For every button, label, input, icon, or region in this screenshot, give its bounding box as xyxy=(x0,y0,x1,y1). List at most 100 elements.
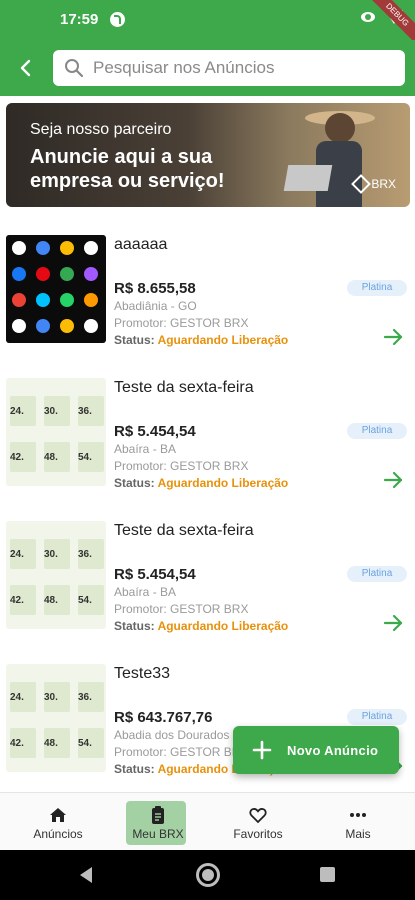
table-number: 30. xyxy=(44,406,58,417)
ad-status-label: Status: xyxy=(114,333,155,347)
ad-promoter: Promotor: GESTOR BRX xyxy=(114,316,249,330)
table-number: 54. xyxy=(78,452,92,463)
app-icon xyxy=(12,319,26,333)
app-icon xyxy=(84,241,98,255)
brx-logo: BRX xyxy=(351,174,396,194)
system-nav-bar xyxy=(0,850,415,900)
nav-item-favoritos[interactable]: Favoritos xyxy=(218,793,298,851)
table-number: 42. xyxy=(10,738,24,749)
brx-logo-text: BRX xyxy=(371,177,396,191)
arrow-right-icon[interactable] xyxy=(382,326,404,348)
nav-label-mais: Mais xyxy=(345,827,371,841)
notification-icon xyxy=(110,12,125,27)
ad-promoter: Promotor: GESTOR BRX xyxy=(114,602,249,616)
ad-promoter: Promotor: GESTOR BRX xyxy=(114,459,249,473)
search-icon xyxy=(65,59,84,78)
status-bar: 17:59 DEBUG xyxy=(0,0,415,49)
ad-location: Abaíra - BA xyxy=(114,585,177,599)
ad-name: Teste da sexta-feira xyxy=(114,379,254,396)
system-home-button[interactable] xyxy=(196,863,220,887)
nav-item-meu-brx[interactable]: Meu BRX xyxy=(118,793,198,851)
ad-card[interactable]: aaaaaa R$ 8.655,58 Abadiânia - GO Promotor:… xyxy=(0,222,415,362)
ad-price: R$ 5.454,54 xyxy=(114,566,196,583)
ad-location: Abadiânia - GO xyxy=(114,299,197,313)
arrow-left-icon xyxy=(20,59,31,77)
table-number: 30. xyxy=(44,549,58,560)
system-recents-button[interactable] xyxy=(320,867,335,882)
table-number: 42. xyxy=(10,595,24,606)
clipboard-icon xyxy=(152,806,164,824)
ad-status-value: Aguardando Liberação xyxy=(157,333,289,347)
app-icon xyxy=(84,267,98,281)
ad-name: Teste da sexta-feira xyxy=(114,522,254,539)
ad-status-label: Status: xyxy=(114,619,155,633)
table-number: 36. xyxy=(78,692,92,703)
app-icon xyxy=(60,241,74,255)
partner-banner[interactable]: Seja nosso parceiro Anuncie aqui a sua e… xyxy=(6,103,410,207)
ad-price: R$ 8.655,58 xyxy=(114,280,196,297)
table-number: 54. xyxy=(78,595,92,606)
new-ad-button[interactable]: Novo Anúncio xyxy=(233,726,399,774)
ad-card[interactable]: 24. 30. 36. 42. 48. 54. Teste da sexta-feira R$… xyxy=(0,365,415,505)
new-ad-label: Novo Anúncio xyxy=(287,742,379,758)
plus-icon xyxy=(252,740,272,760)
home-icon xyxy=(50,808,66,822)
arrow-right-icon[interactable] xyxy=(382,469,404,491)
ad-status: Status: Aguardando Liberação xyxy=(114,333,288,347)
ad-card[interactable]: 24. 30. 36. 42. 48. 54. Teste da sexta-feira R$… xyxy=(0,508,415,648)
banner-title: Anuncie aqui a sua empresa ou serviço! xyxy=(30,146,225,192)
banner-photo-head xyxy=(325,113,355,143)
system-back-button[interactable] xyxy=(80,867,92,883)
search-input[interactable] xyxy=(93,58,393,78)
table-number: 48. xyxy=(44,452,58,463)
table-number: 24. xyxy=(10,549,24,560)
ad-name: Teste33 xyxy=(114,665,171,682)
status-time: 17:59 xyxy=(60,11,99,28)
app-icon xyxy=(36,319,50,333)
app-icon xyxy=(36,293,50,307)
ad-thumbnail: 24. 30. 36. 42. 48. 54. xyxy=(6,521,106,629)
plan-badge: Platina xyxy=(347,709,407,725)
table-number: 30. xyxy=(44,692,58,703)
ad-thumbnail: 24. 30. 36. 42. 48. 54. xyxy=(6,378,106,486)
ad-status: Status: Aguardando Liberação xyxy=(114,619,288,633)
banner-subtitle: Seja nosso parceiro xyxy=(30,121,172,138)
ad-status: Status: Aguardando Liberação xyxy=(114,476,288,490)
ad-status-label: Status: xyxy=(114,476,155,490)
app-icon xyxy=(36,241,50,255)
back-button[interactable] xyxy=(12,54,40,82)
ad-promoter: Promotor: GESTOR BRX xyxy=(114,745,249,759)
nav-label-anuncios: Anúncios xyxy=(33,827,83,841)
app-icon xyxy=(60,293,74,307)
plan-badge: Platina xyxy=(347,423,407,439)
table-number: 48. xyxy=(44,595,58,606)
app-icon xyxy=(60,267,74,281)
app-icon xyxy=(60,319,74,333)
ad-thumbnail: 24. 30. 36. 42. 48. 54. xyxy=(6,664,106,772)
table-number: 36. xyxy=(78,549,92,560)
ad-thumbnail xyxy=(6,235,106,343)
nav-label-favoritos: Favoritos xyxy=(233,827,283,841)
brx-logo-icon xyxy=(351,174,372,194)
bottom-nav: Anúncios Meu BRX Favoritos Mais xyxy=(0,792,415,850)
eye-icon xyxy=(361,12,375,22)
app-icon xyxy=(84,293,98,307)
ad-status-value: Aguardando Liberação xyxy=(157,619,289,633)
nav-item-mais[interactable]: Mais xyxy=(318,793,398,851)
app-icon xyxy=(12,241,26,255)
more-icon xyxy=(350,813,366,817)
ad-status-label: Status: xyxy=(114,762,155,776)
table-number: 48. xyxy=(44,738,58,749)
table-number: 24. xyxy=(10,692,24,703)
arrow-right-icon[interactable] xyxy=(382,612,404,634)
ad-price: R$ 5.454,54 xyxy=(114,423,196,440)
nav-item-anuncios[interactable]: Anúncios xyxy=(18,793,98,851)
ad-status-value: Aguardando Liberação xyxy=(157,476,289,490)
search-bar[interactable] xyxy=(53,50,405,86)
nav-label-meu-brx: Meu BRX xyxy=(132,827,184,841)
table-number: 42. xyxy=(10,452,24,463)
banner-photo-laptop xyxy=(283,165,333,191)
ads-list[interactable]: aaaaaa R$ 8.655,58 Abadiânia - GO Promotor:… xyxy=(0,222,415,792)
app-icon xyxy=(36,267,50,281)
ad-location: Abadia dos Dourados xyxy=(114,728,230,742)
